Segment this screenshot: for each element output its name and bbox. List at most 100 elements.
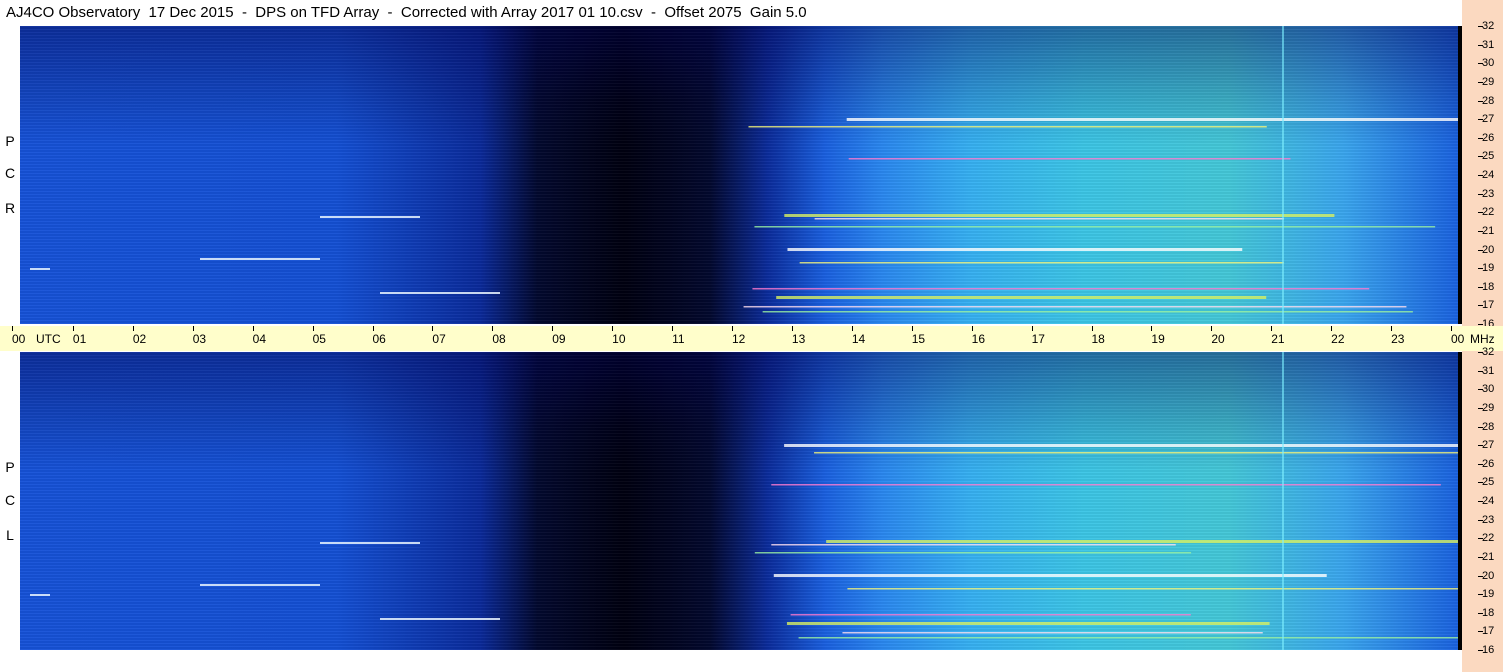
utc-tick-3: 03 <box>192 326 207 346</box>
yscale-bot-tick-29: 29 <box>1477 401 1495 414</box>
emission-streak <box>754 552 1192 554</box>
utc-tick-18: 18 <box>1091 326 1105 346</box>
emission-streak <box>380 618 500 620</box>
mhz-unit-label: MHz <box>1470 332 1495 346</box>
yscale-bot-tick-32: 32 <box>1477 346 1495 358</box>
utc-tick-11: 11 <box>672 326 685 346</box>
yscale-top-tick-24: 24 <box>1477 169 1495 181</box>
emission-streak <box>748 126 1267 128</box>
spectrogram-rcp <box>20 26 1458 324</box>
emission-streak <box>762 311 1413 313</box>
vertical-interference-line <box>1282 26 1284 324</box>
yscale-bot-tick-20: 20 <box>1477 569 1495 582</box>
rcp-frequency-scale: 32 31 30 29 28 27 26 25 24 23 22 21 20 19 18 17 16 <box>1462 0 1503 330</box>
rcp-emission-streaks <box>30 26 1458 324</box>
emission-streak <box>846 118 1458 121</box>
emission-streak <box>799 262 1284 264</box>
emission-streak <box>814 218 1284 220</box>
yscale-top-tick-25: 25 <box>1477 150 1495 163</box>
vertical-interference-line <box>1282 352 1284 650</box>
emission-streak <box>754 226 1436 228</box>
utc-tick-19: 19 <box>1151 326 1165 346</box>
emission-streak <box>743 306 1407 308</box>
yscale-top-tick-18: 18 <box>1477 280 1495 293</box>
yscale-top-tick-19: 19 <box>1477 262 1495 275</box>
yscale-bot-tick-19: 19 <box>1477 588 1495 601</box>
yscale-bot-tick-30: 30 <box>1477 383 1495 396</box>
emission-streak <box>320 216 420 218</box>
emission-streak <box>847 588 1458 590</box>
emission-streak <box>786 622 1270 625</box>
spectrogram-lcp <box>20 352 1458 650</box>
utc-tick-12: 12 <box>732 326 746 346</box>
yscale-top-tick-21: 21 <box>1477 224 1495 237</box>
emission-streak <box>784 444 1458 447</box>
utc-tick-8: 08 <box>492 326 506 346</box>
utc-tick-1: 01 <box>72 326 87 346</box>
emission-streak <box>30 594 50 596</box>
utc-tick-7: 07 <box>432 326 446 346</box>
emission-streak <box>784 214 1335 217</box>
yscale-bot-tick-22: 22 <box>1477 532 1495 545</box>
emission-streak <box>848 158 1291 160</box>
yscale-top-tick-29: 29 <box>1477 75 1495 88</box>
utc-tick-2: 02 <box>132 326 147 346</box>
utc-tick-16: 16 <box>971 326 986 346</box>
utc-tick-14: 14 <box>851 326 866 346</box>
emission-streak <box>771 544 1176 546</box>
emission-streak <box>200 258 320 260</box>
yscale-bot-tick-21: 21 <box>1477 550 1495 563</box>
emission-streak <box>842 632 1263 634</box>
lcp-label-l: P <box>5 459 15 475</box>
rcp-label-p: R <box>4 200 16 216</box>
emission-streak <box>776 296 1267 299</box>
utc-tick-20: 20 <box>1211 326 1225 346</box>
emission-streak <box>798 637 1458 639</box>
yscale-bot-tick-18: 18 <box>1477 606 1495 619</box>
utc-tick-10: 10 <box>612 326 626 346</box>
lcp-frequency-scale: 32 31 30 29 28 27 26 25 24 23 22 21 20 19 18 17 16 <box>1462 346 1503 672</box>
lcp-label-p: L <box>6 527 14 543</box>
yscale-top-tick-32: 32 <box>1477 20 1495 32</box>
rcp-label-c: C <box>4 165 16 181</box>
utc-tick-17: 17 <box>1031 326 1045 346</box>
emission-streak <box>320 542 420 544</box>
utc-tick-24: 00 <box>1451 326 1465 346</box>
yscale-top-tick-22: 22 <box>1477 206 1495 219</box>
utc-tick-5: 05 <box>312 326 326 346</box>
emission-streak <box>826 540 1458 543</box>
yscale-top-tick-23: 23 <box>1477 187 1495 200</box>
utc-tick-23: 23 <box>1391 326 1405 346</box>
emission-streak <box>752 288 1370 290</box>
utc-tick-6: 06 <box>372 326 386 346</box>
emission-streak <box>771 484 1441 486</box>
utc-tick-9: 09 <box>552 326 566 346</box>
emission-streak <box>200 584 320 586</box>
yscale-top-tick-17: 17 <box>1477 299 1495 312</box>
yscale-bot-tick-16: 16 <box>1477 644 1495 656</box>
utc-unit-label: UTC <box>36 332 61 346</box>
utc-tick-0: 00 <box>12 326 26 346</box>
emission-streak <box>790 614 1191 616</box>
window-title: AJ4CO Observatory 17 Dec 2015 - DPS on T… <box>6 4 807 21</box>
utc-tick-15: 15 <box>911 326 926 346</box>
utc-tick-4: 04 <box>252 326 267 346</box>
yscale-top-tick-27: 27 <box>1477 113 1495 126</box>
rcp-label-r: P <box>5 133 15 149</box>
yscale-bot-tick-17: 17 <box>1477 625 1495 638</box>
yscale-bot-tick-24: 24 <box>1477 495 1495 507</box>
utc-time-axis: UTC MHz 00 01 02 03 04 05 06 07 08 09 10 11 12 13 14 15… <box>0 326 1503 351</box>
yscale-top-tick-26: 26 <box>1477 131 1495 144</box>
yscale-top-tick-30: 30 <box>1477 57 1495 70</box>
yscale-bot-tick-23: 23 <box>1477 513 1495 526</box>
yscale-top-tick-28: 28 <box>1477 94 1495 107</box>
emission-streak <box>814 452 1458 454</box>
emission-streak <box>787 248 1243 251</box>
utc-tick-13: 13 <box>791 326 806 346</box>
lcp-label-c: C <box>4 492 16 508</box>
yscale-bot-tick-25: 25 <box>1477 476 1495 489</box>
yscale-bot-tick-26: 26 <box>1477 457 1495 470</box>
emission-streak <box>773 574 1327 577</box>
yscale-top-tick-31: 31 <box>1477 38 1495 51</box>
emission-streak <box>380 292 500 294</box>
